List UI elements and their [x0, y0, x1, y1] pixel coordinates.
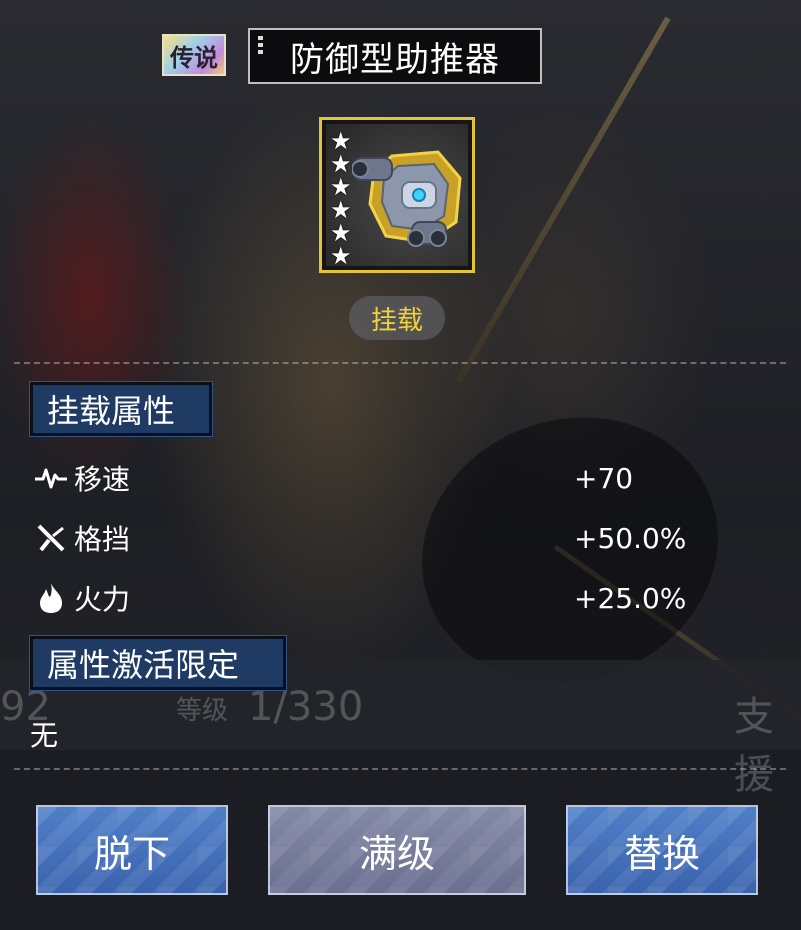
divider [14, 768, 786, 770]
stat-label: 移速 [74, 463, 131, 496]
slot-tag: 挂载 [349, 296, 445, 340]
attributes-section-title: 挂载属性 [29, 381, 213, 437]
item-name: 防御型助推器 [290, 39, 500, 80]
activation-section-title: 属性激活限定 [29, 635, 287, 691]
unequip-button[interactable]: 脱下 [36, 805, 228, 895]
title-dots-icon [258, 36, 263, 54]
stat-row-speed: 移速 +70 [32, 458, 692, 498]
star-rating: ★ ★ ★ ★ ★ ★ [330, 129, 352, 270]
replace-button[interactable]: 替换 [566, 805, 758, 895]
block-icon [32, 519, 70, 557]
stat-label: 格挡 [74, 523, 131, 556]
speed-icon [32, 459, 70, 497]
background-level-value: 1/330 [248, 684, 364, 730]
background-support-label: 支援 [734, 694, 774, 798]
activation-value: 无 [30, 719, 59, 752]
divider [14, 362, 786, 364]
item-icon-frame[interactable]: ★ ★ ★ ★ ★ ★ [319, 117, 475, 273]
stat-value: +70 [574, 461, 634, 495]
stat-row-firepower: 火力 +25.0% [32, 578, 692, 618]
max-level-button[interactable]: 满级 [268, 805, 526, 895]
stat-value: +50.0% [574, 521, 687, 555]
thruster-icon [352, 150, 462, 247]
fire-icon [32, 579, 70, 617]
stat-row-block: 格挡 +50.0% [32, 518, 692, 558]
stat-value: +25.0% [574, 581, 687, 615]
stat-label: 火力 [74, 583, 131, 616]
rarity-badge: 传说 [162, 34, 226, 76]
star-icon: ★ [330, 242, 352, 270]
item-title-box: 防御型助推器 [248, 28, 542, 84]
background-level-label: 等级 [176, 696, 229, 726]
item-icon: ★ ★ ★ ★ ★ ★ [326, 124, 468, 270]
